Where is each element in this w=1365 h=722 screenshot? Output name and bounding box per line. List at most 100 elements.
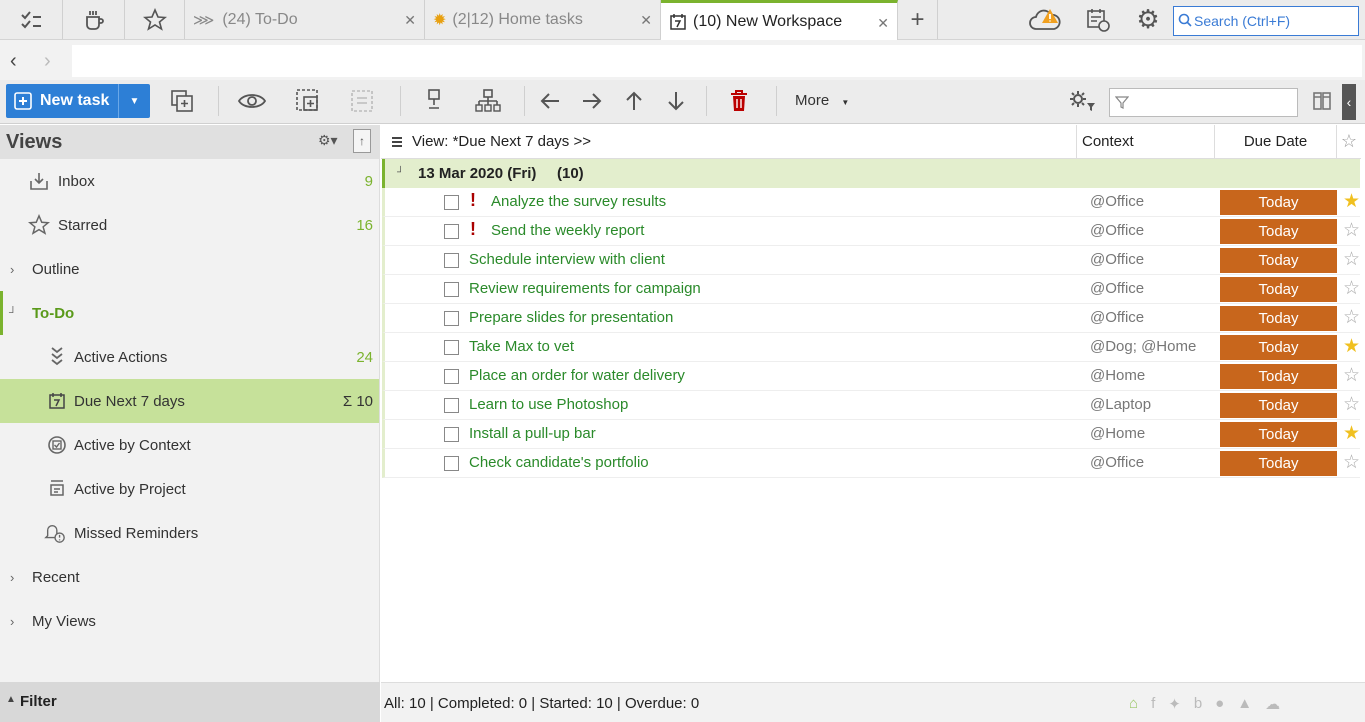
date-group-row[interactable]: ┘ 13 Mar 2020 (Fri) (10) [382, 159, 1360, 188]
task-due-badge[interactable]: Today [1220, 393, 1337, 418]
search-input[interactable]: Search (Ctrl+F) [1173, 6, 1359, 36]
sidebar-item-active-by-context[interactable]: Active by Context [0, 423, 379, 467]
task-due-badge[interactable]: Today [1220, 451, 1337, 476]
task-row[interactable]: Review requirements for campaign @Office T… [382, 275, 1360, 304]
sync-calendar-icon[interactable] [1076, 0, 1120, 39]
sidebar-item-starred[interactable]: Starred 16 [0, 203, 379, 247]
sidebar-item-due-next-7-days[interactable]: Due Next 7 days Σ 10 [0, 379, 379, 423]
collapse-panel-button[interactable]: ‹ [1342, 84, 1356, 120]
task-title[interactable]: Check candidate's portfolio [469, 454, 649, 471]
task-row[interactable]: Install a pull-up bar @Home Today ★ [382, 420, 1360, 449]
task-title[interactable]: Prepare slides for presentation [469, 309, 673, 326]
task-title[interactable]: Schedule interview with client [469, 251, 665, 268]
task-due-badge[interactable]: Today [1220, 306, 1337, 331]
tab-new-workspace[interactable]: (10) New Workspace ✕ [661, 0, 898, 40]
sidebar-item-todo[interactable]: ┘ To-Do [0, 291, 379, 335]
add-tab-button[interactable]: + [898, 0, 938, 39]
star-outline-icon[interactable]: ☆ [1343, 219, 1360, 242]
star-filled-icon[interactable]: ★ [1343, 190, 1360, 213]
task-due-badge[interactable]: Today [1220, 219, 1337, 244]
task-checkbox[interactable] [444, 253, 459, 268]
task-checkbox[interactable] [444, 398, 459, 413]
task-row[interactable]: ! Send the weekly report @Office Today ☆ [382, 217, 1360, 246]
coffee-cup-icon[interactable] [63, 0, 125, 39]
task-title[interactable]: Take Max to vet [469, 338, 574, 355]
task-title[interactable]: Analyze the survey results [491, 193, 666, 210]
task-title[interactable]: Learn to use Photoshop [469, 396, 628, 413]
task-due-badge[interactable]: Today [1220, 422, 1337, 447]
task-checkbox[interactable] [444, 456, 459, 471]
task-row[interactable]: Place an order for water delivery @Home To… [382, 362, 1360, 391]
close-icon[interactable]: ✕ [877, 15, 889, 32]
add-to-selection-icon[interactable] [292, 86, 324, 116]
facebook-icon[interactable]: f [1151, 695, 1155, 713]
sidebar-item-active-by-project[interactable]: Active by Project [0, 467, 379, 511]
apple-icon[interactable]: ● [1215, 695, 1224, 713]
android-icon[interactable]: ▲ [1237, 695, 1252, 713]
task-due-badge[interactable]: Today [1220, 277, 1337, 302]
task-row[interactable]: Learn to use Photoshop @Laptop Today ☆ [382, 391, 1360, 420]
arrow-down-icon[interactable] [660, 86, 692, 116]
task-checkbox[interactable] [444, 340, 459, 355]
task-row[interactable]: Check candidate's portfolio @Office Today ☆ [382, 449, 1360, 478]
trash-icon[interactable] [723, 86, 755, 116]
star-outline-icon[interactable]: ☆ [1343, 306, 1360, 329]
task-row[interactable]: Take Max to vet @Dog; @Home Today ★ [382, 333, 1360, 362]
filter-bar[interactable]: ▲ Filter [0, 682, 380, 722]
sidebar-item-inbox[interactable]: Inbox 9 [0, 159, 379, 203]
filter-input[interactable] [1109, 88, 1298, 117]
column-header-due-date[interactable]: Due Date [1215, 125, 1337, 159]
star-filled-icon[interactable]: ★ [1343, 335, 1360, 358]
pin-node-icon[interactable] [418, 86, 450, 116]
arrow-left-icon[interactable] [534, 86, 566, 116]
sidebar-item-active-actions[interactable]: Active Actions 24 [0, 335, 379, 379]
star-outline-icon[interactable]: ☆ [1343, 277, 1360, 300]
task-due-badge[interactable]: Today [1220, 335, 1337, 360]
task-row[interactable]: Schedule interview with client @Office Tod… [382, 246, 1360, 275]
tab-home-tasks[interactable]: ✹ (2|12) Home tasks ✕ [425, 0, 661, 39]
settings-gear-icon[interactable]: ⚙ [1126, 0, 1170, 39]
settings-filter-icon[interactable] [1066, 86, 1098, 116]
star-outline-icon[interactable]: ☆ [1343, 364, 1360, 387]
task-due-badge[interactable]: Today [1220, 364, 1337, 389]
new-task-dropdown[interactable]: ▼ [118, 84, 150, 118]
task-title[interactable]: Send the weekly report [491, 222, 644, 239]
task-title[interactable]: Review requirements for campaign [469, 280, 701, 297]
column-header-context[interactable]: Context [1077, 125, 1215, 159]
cloud-icon[interactable]: ☁ [1265, 695, 1280, 713]
forward-arrow-icon[interactable]: › [44, 50, 51, 73]
task-checkbox[interactable] [444, 369, 459, 384]
task-checkbox[interactable] [444, 195, 459, 210]
upload-icon[interactable]: ↑ [353, 129, 371, 153]
eye-icon[interactable] [236, 86, 268, 116]
task-checkbox[interactable] [444, 282, 459, 297]
star-tab-icon[interactable] [125, 0, 185, 39]
arrow-up-icon[interactable] [618, 86, 650, 116]
tab-todo[interactable]: ⋙ (24) To-Do ✕ [185, 0, 425, 39]
task-checkbox[interactable] [444, 427, 459, 442]
close-icon[interactable]: ✕ [404, 12, 416, 29]
task-due-badge[interactable]: Today [1220, 248, 1337, 273]
star-outline-icon[interactable]: ☆ [1343, 393, 1360, 416]
star-outline-icon[interactable]: ☆ [1343, 451, 1360, 474]
more-button[interactable]: More ▼ [795, 92, 849, 109]
star-outline-icon[interactable]: ☆ [1343, 248, 1360, 271]
home-icon[interactable]: ⌂ [1129, 695, 1138, 713]
sidebar-settings-icon[interactable]: ⚙▾ [318, 132, 338, 149]
back-arrow-icon[interactable]: ‹ [10, 50, 17, 73]
task-checkbox[interactable] [444, 311, 459, 326]
add-subtask-icon[interactable] [166, 86, 198, 116]
checklist-disabled-icon[interactable] [346, 86, 378, 116]
arrow-right-icon[interactable] [576, 86, 608, 116]
address-bar[interactable] [72, 45, 1362, 77]
checklist-icon[interactable] [0, 0, 63, 39]
sidebar-item-recent[interactable]: › Recent [0, 555, 379, 599]
twitter-icon[interactable]: ✦ [1168, 695, 1181, 713]
sidebar-item-missed-reminders[interactable]: Missed Reminders [0, 511, 379, 555]
cloud-sync-warning-icon[interactable] [1020, 0, 1070, 39]
new-task-button[interactable]: New task ▼ [6, 84, 150, 118]
blogger-icon[interactable]: b [1194, 695, 1202, 713]
view-header[interactable]: View: *Due Next 7 days >> [381, 125, 1077, 159]
sidebar-item-my-views[interactable]: › My Views [0, 599, 379, 643]
hierarchy-icon[interactable] [472, 86, 504, 116]
